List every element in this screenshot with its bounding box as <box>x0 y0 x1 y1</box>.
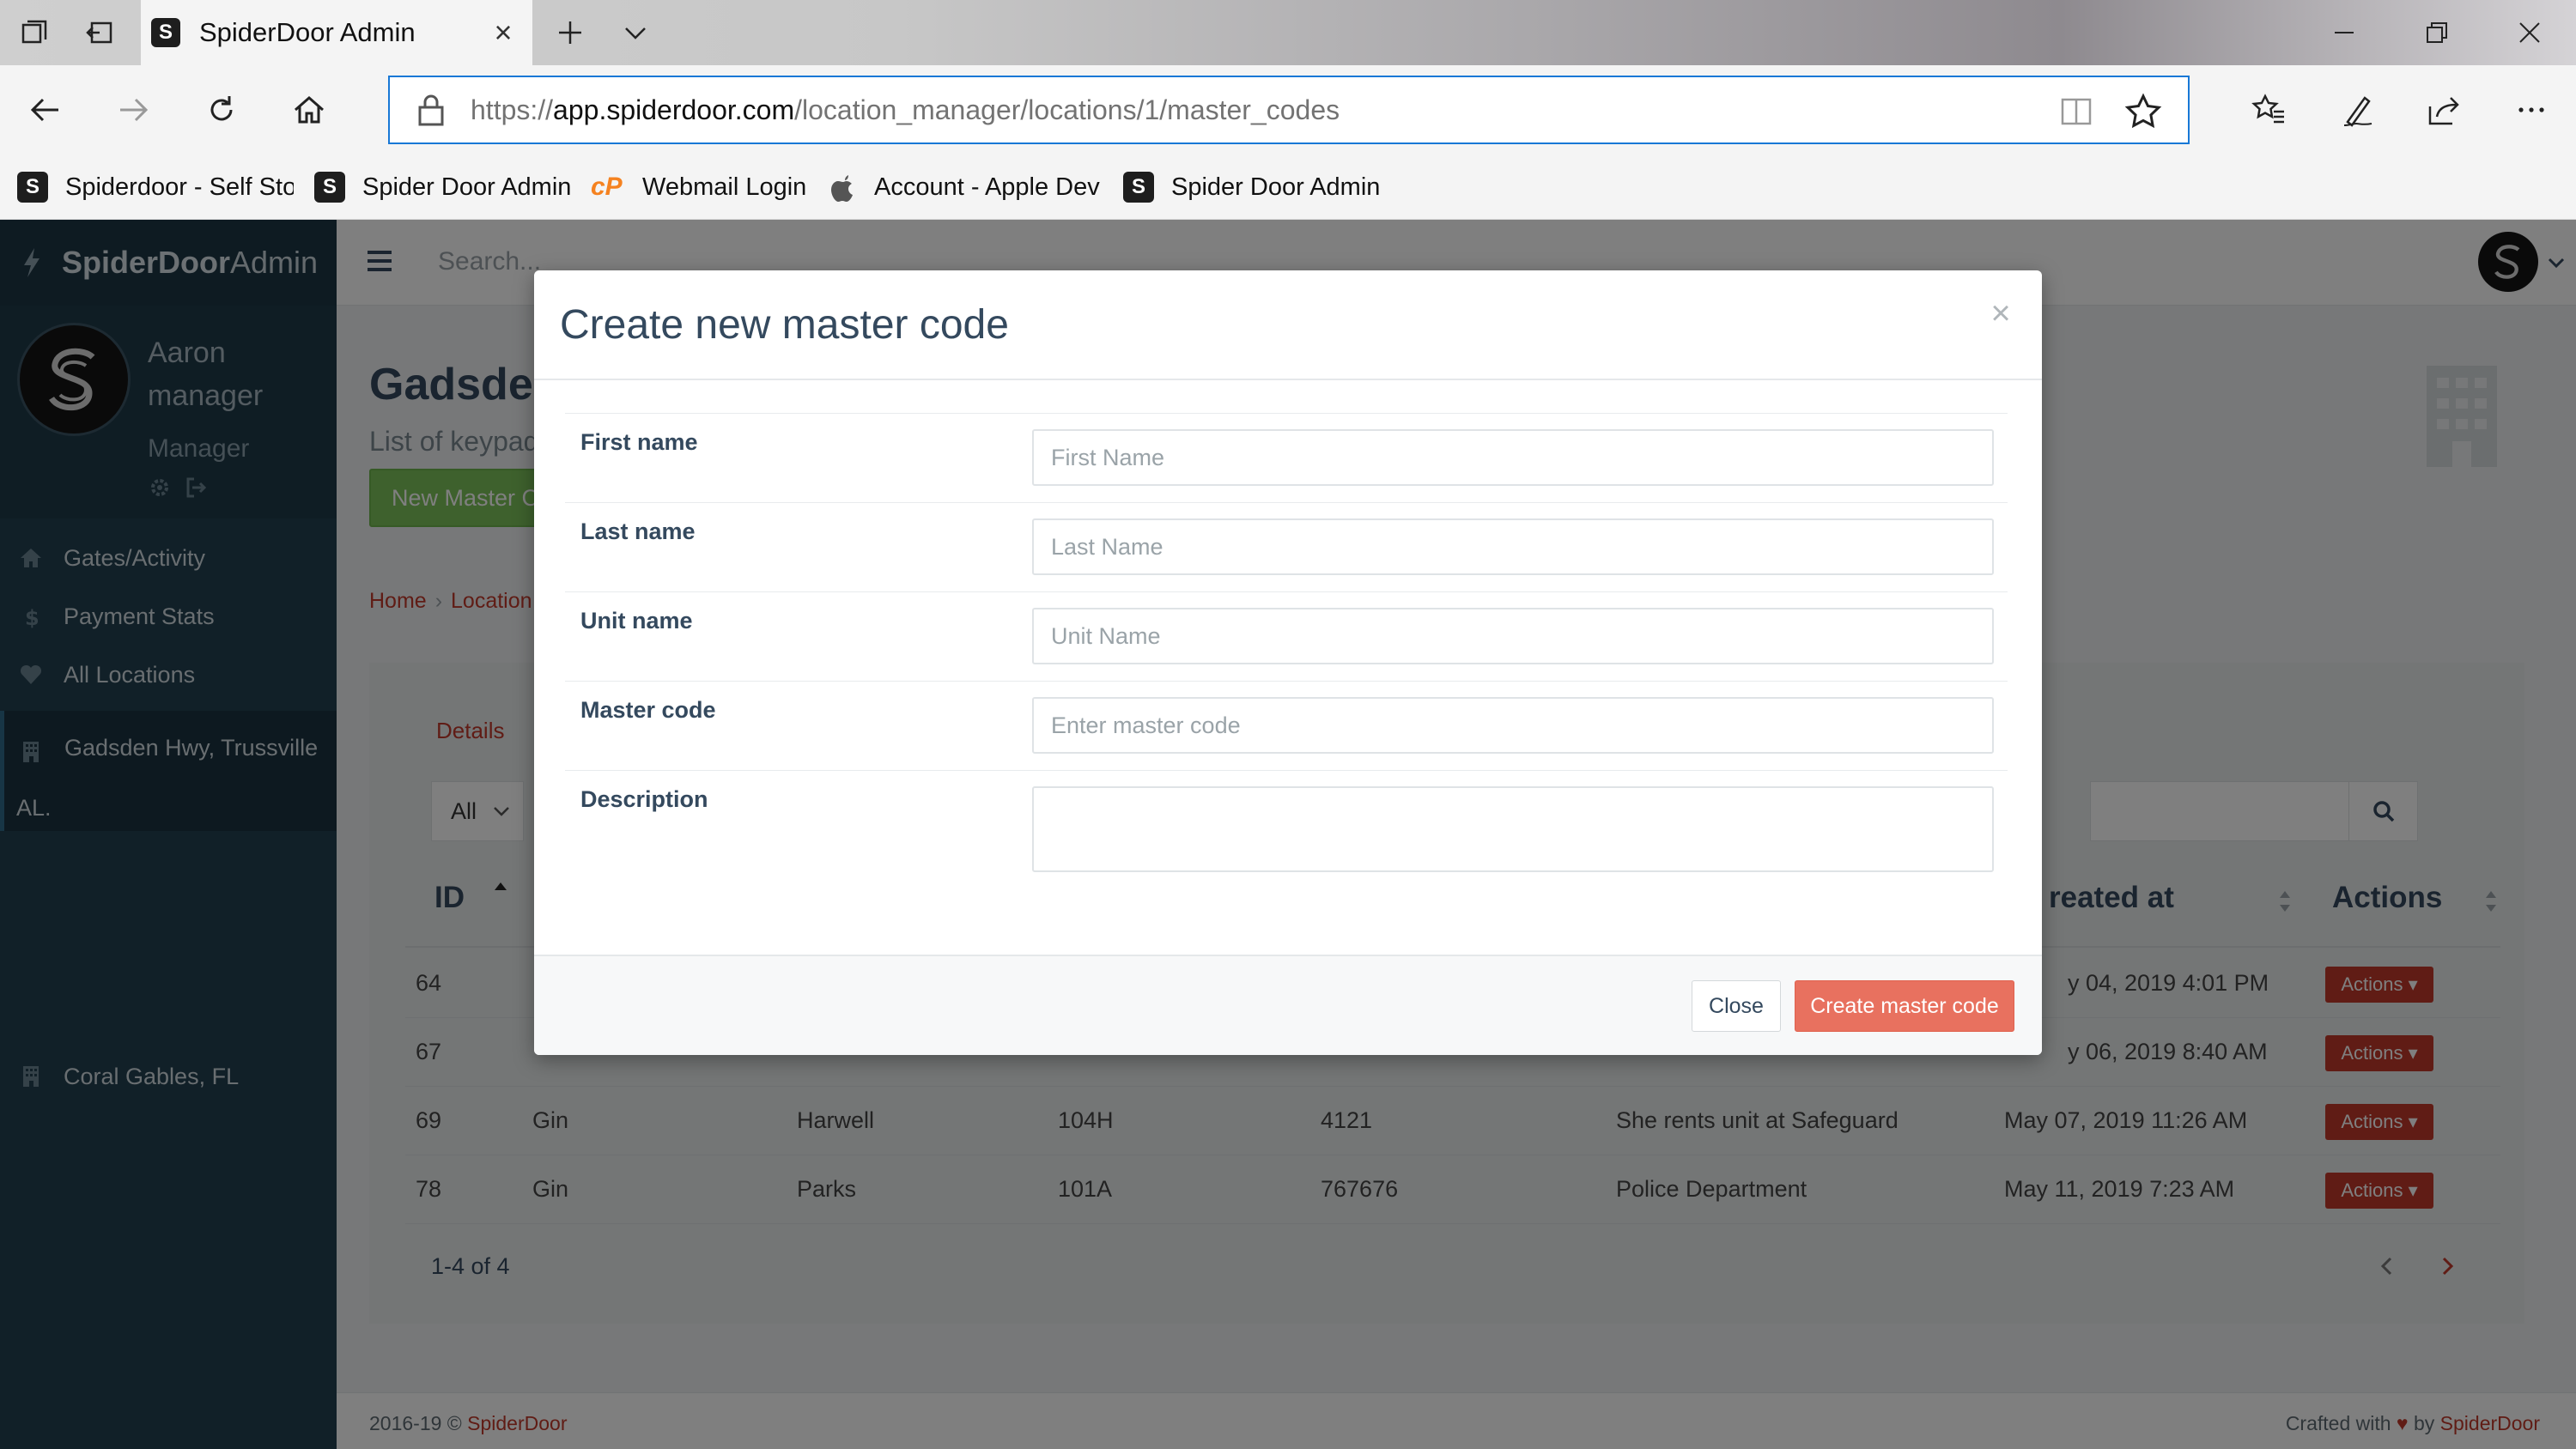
form-row-unit-name: Unit name <box>565 591 2008 681</box>
spiderdoor-favicon: S <box>151 18 180 47</box>
set-aside-tabs-icon[interactable] <box>67 0 132 65</box>
bookmark-spider-door-admin[interactable]: S Spider Door Admin <box>314 170 571 204</box>
form-row-first-name: First name <box>565 413 2008 502</box>
bookmark-label: Webmail Login <box>642 173 807 201</box>
restore-icon[interactable] <box>2391 0 2483 65</box>
bookmark-spider-door-admin-2[interactable]: S Spider Door Admin <box>1123 170 1380 204</box>
spiderdoor-favicon: S <box>1123 172 1154 203</box>
cpanel-icon: cP <box>591 173 623 201</box>
description-label: Description <box>580 786 708 812</box>
tab-title: SpiderDoor Admin <box>199 17 416 47</box>
favorites-hub-icon[interactable] <box>2243 84 2294 136</box>
bookmark-label: Spiderdoor - Self Stor <box>65 173 294 201</box>
modal-footer: Close Create master code <box>534 955 2042 1055</box>
minimize-icon[interactable] <box>2298 0 2391 65</box>
active-browser-tab[interactable]: S SpiderDoor Admin × <box>141 0 532 65</box>
master-code-field[interactable] <box>1032 697 1994 754</box>
master-code-label: Master code <box>580 697 716 723</box>
modal-title: Create new master code <box>560 302 1009 348</box>
close-tab-icon[interactable]: × <box>486 15 520 50</box>
back-arrow-icon[interactable] <box>19 84 70 136</box>
new-tab-icon[interactable] <box>538 0 603 65</box>
share-icon[interactable] <box>2418 84 2470 136</box>
bookmark-label: Spider Door Admin <box>362 173 572 201</box>
url-text: https://app.spiderdoor.com/location_mana… <box>471 94 1340 125</box>
close-button[interactable]: Close <box>1692 980 1781 1032</box>
lock-icon <box>418 94 444 126</box>
bookmark-spiderdoor-self-storage[interactable]: S Spiderdoor - Self Stor <box>17 170 294 204</box>
browser-tab-bar: S SpiderDoor Admin × <box>0 0 2576 65</box>
tab-preview-chevron-icon[interactable] <box>603 0 668 65</box>
bookmark-apple-developer[interactable]: Account - Apple Deve <box>826 170 1101 204</box>
more-options-icon[interactable] <box>2506 84 2557 136</box>
last-name-field[interactable] <box>1032 518 1994 575</box>
unit-name-label: Unit name <box>580 608 693 634</box>
create-master-code-modal: Create new master code × First name Last… <box>534 270 2042 1055</box>
bookmark-label: Account - Apple Deve <box>874 173 1101 201</box>
address-bar-row: https://app.spiderdoor.com/location_mana… <box>0 65 2576 155</box>
spiderdoor-favicon: S <box>314 172 345 203</box>
favorite-star-icon[interactable] <box>2124 93 2162 130</box>
form-row-master-code: Master code <box>565 681 2008 770</box>
spiderdoor-favicon: S <box>17 172 48 203</box>
favorites-bar: S Spiderdoor - Self Stor S Spider Door A… <box>0 155 2576 220</box>
unit-name-field[interactable] <box>1032 608 1994 664</box>
first-name-label: First name <box>580 429 698 455</box>
create-master-code-button[interactable]: Create master code <box>1795 980 2014 1032</box>
tab-list-icon[interactable] <box>2 0 67 65</box>
bookmark-label: Spider Door Admin <box>1171 173 1381 201</box>
close-window-icon[interactable] <box>2483 0 2576 65</box>
first-name-field[interactable] <box>1032 429 1994 486</box>
reading-view-icon[interactable] <box>2059 94 2093 129</box>
apple-icon <box>831 175 853 202</box>
form-row-description: Description <box>565 770 2008 890</box>
forward-arrow-icon[interactable] <box>108 84 160 136</box>
description-field[interactable] <box>1032 786 1994 872</box>
home-icon[interactable] <box>283 84 335 136</box>
modal-header-divider <box>534 379 2042 380</box>
bookmark-webmail-login[interactable]: cP Webmail Login <box>591 170 806 204</box>
refresh-icon[interactable] <box>196 84 247 136</box>
web-note-pen-icon[interactable] <box>2332 84 2384 136</box>
close-icon[interactable]: × <box>1982 294 2020 332</box>
last-name-label: Last name <box>580 518 696 544</box>
form-row-last-name: Last name <box>565 502 2008 591</box>
url-field[interactable]: https://app.spiderdoor.com/location_mana… <box>388 76 2190 144</box>
